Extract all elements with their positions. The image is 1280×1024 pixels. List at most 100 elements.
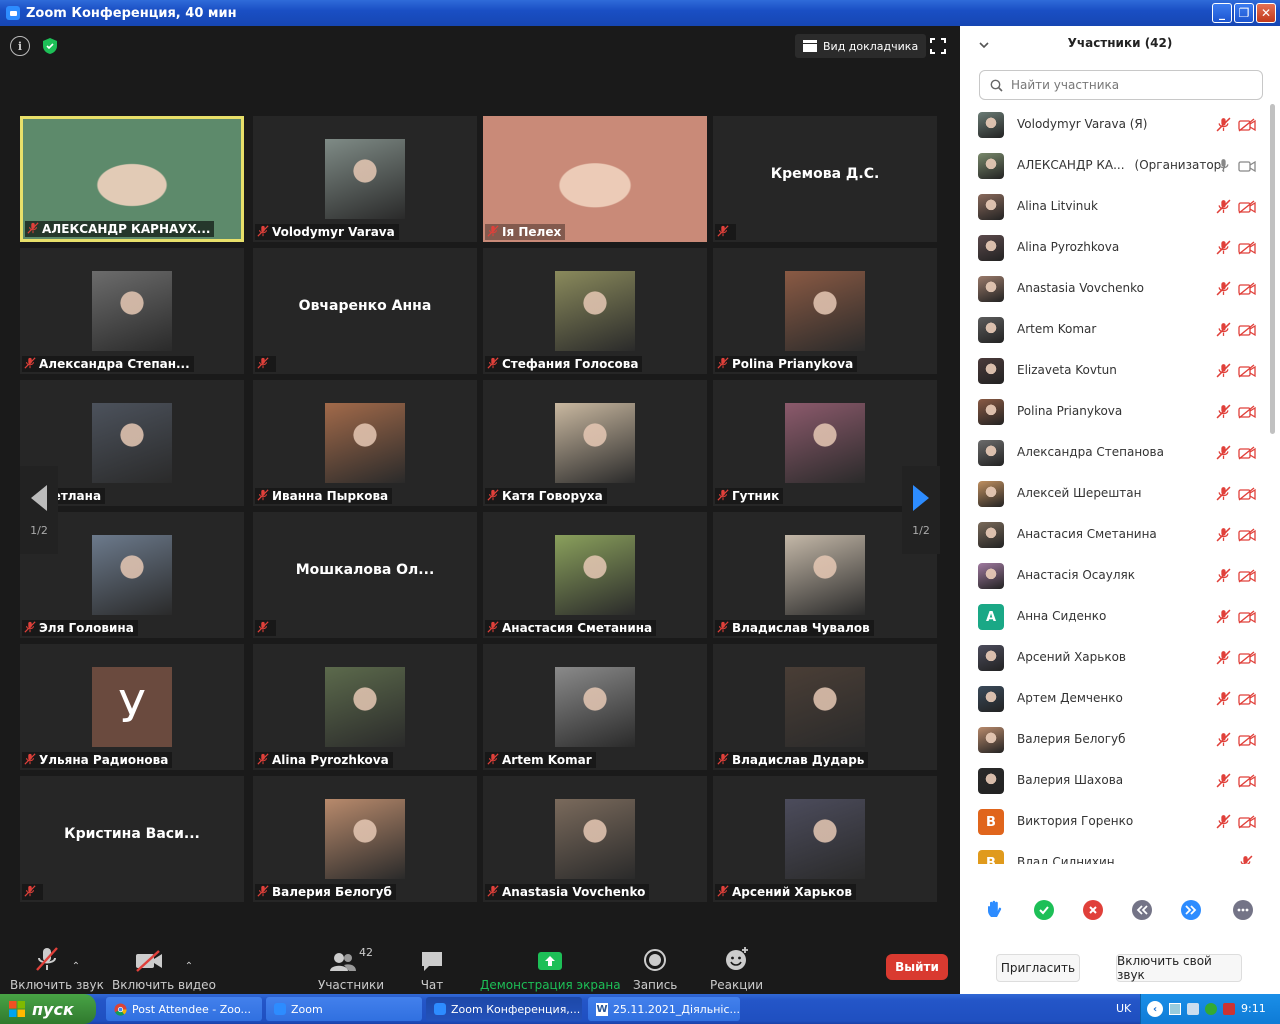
participant-list-item[interactable]: Volodymyr Varava (Я) bbox=[960, 104, 1268, 145]
participant-tile[interactable]: Volodymyr Varava bbox=[253, 116, 477, 242]
chevron-up-icon[interactable]: ⌃ bbox=[185, 961, 193, 972]
share-screen-button[interactable]: Демонстрация экрана bbox=[480, 946, 621, 992]
chat-button[interactable]: Чат bbox=[420, 946, 444, 992]
chevron-up-icon[interactable]: ⌃ bbox=[72, 961, 80, 972]
participant-list-item[interactable]: Polina Prianykova bbox=[960, 391, 1268, 432]
camera-off-icon[interactable] bbox=[1238, 773, 1256, 792]
go-slower-icon[interactable] bbox=[1132, 900, 1152, 920]
mic-icon[interactable] bbox=[1216, 158, 1231, 177]
unmute-me-button[interactable]: Включить свой звук bbox=[1116, 954, 1242, 982]
participant-tile[interactable]: АЛЕКСАНДР КАРНАУХ... bbox=[20, 116, 244, 242]
yes-check-icon[interactable] bbox=[1034, 900, 1054, 920]
mic-muted-icon[interactable] bbox=[1216, 609, 1231, 628]
mic-muted-icon[interactable] bbox=[1238, 855, 1253, 864]
participant-list-item[interactable]: Анастасія Осауляк bbox=[960, 555, 1268, 596]
mic-muted-icon[interactable] bbox=[1216, 445, 1231, 464]
mic-muted-icon[interactable] bbox=[1216, 117, 1231, 136]
participant-list-item[interactable]: Artem Komar bbox=[960, 309, 1268, 350]
camera-off-icon[interactable] bbox=[1238, 609, 1256, 628]
raise-hand-icon[interactable] bbox=[984, 900, 1004, 920]
participant-tile[interactable]: У Ульяна Радионова bbox=[20, 644, 244, 770]
minimize-button[interactable]: _ bbox=[1212, 3, 1232, 23]
participant-list-item[interactable]: Алексей Шерештан bbox=[960, 473, 1268, 514]
mic-muted-icon[interactable] bbox=[1216, 363, 1231, 382]
participant-tile[interactable]: Anastasia Vovchenko bbox=[483, 776, 707, 902]
tray-expand-icon[interactable]: ‹ bbox=[1147, 1001, 1163, 1017]
unmute-button[interactable]: ⌃ Включить звук bbox=[10, 946, 104, 992]
mic-muted-icon[interactable] bbox=[1216, 240, 1231, 259]
mic-muted-icon[interactable] bbox=[1216, 322, 1231, 341]
participant-tile[interactable]: Polina Prianykova bbox=[713, 248, 937, 374]
next-page-button[interactable]: 1/2 bbox=[902, 466, 940, 554]
participant-tile[interactable]: Стефания Голосова bbox=[483, 248, 707, 374]
language-indicator[interactable]: UK bbox=[1116, 1002, 1131, 1015]
invite-button[interactable]: Пригласить bbox=[996, 954, 1080, 982]
speaker-view-button[interactable]: Вид докладчика bbox=[795, 34, 927, 58]
taskbar-item-zoom-meeting[interactable]: Zoom Конференция,... bbox=[426, 997, 582, 1021]
participant-list-item[interactable]: B Влад Силнихин bbox=[960, 842, 1268, 864]
camera-off-icon[interactable] bbox=[1238, 650, 1256, 669]
mic-muted-icon[interactable] bbox=[1216, 650, 1231, 669]
participant-tile[interactable]: Alina Pyrozhkova bbox=[253, 644, 477, 770]
prev-page-button[interactable]: 1/2 bbox=[20, 466, 58, 554]
start-video-button[interactable]: ⌃ Включить видео bbox=[112, 946, 216, 992]
participant-list-item[interactable]: Арсений Харьков bbox=[960, 637, 1268, 678]
security-tray-icon[interactable] bbox=[1223, 1003, 1235, 1015]
camera-icon[interactable] bbox=[1238, 158, 1256, 177]
participant-tile[interactable]: Владислав Дударь bbox=[713, 644, 937, 770]
participant-list-scrollbar[interactable] bbox=[1268, 104, 1276, 864]
participant-list-item[interactable]: Александра Степанова bbox=[960, 432, 1268, 473]
camera-off-icon[interactable] bbox=[1238, 322, 1256, 341]
mic-muted-icon[interactable] bbox=[1216, 404, 1231, 423]
camera-off-icon[interactable] bbox=[1238, 240, 1256, 259]
participant-list-item[interactable]: Валерия Шахова bbox=[960, 760, 1268, 801]
participant-tile[interactable]: Кристина Васи... bbox=[20, 776, 244, 902]
mic-muted-icon[interactable] bbox=[1216, 199, 1231, 218]
camera-off-icon[interactable] bbox=[1238, 281, 1256, 300]
participant-list-item[interactable]: Артем Демченко bbox=[960, 678, 1268, 719]
no-x-icon[interactable] bbox=[1083, 900, 1103, 920]
participant-tile[interactable]: Катя Говоруха bbox=[483, 380, 707, 506]
participant-tile[interactable]: Валерия Белогуб bbox=[253, 776, 477, 902]
camera-off-icon[interactable] bbox=[1238, 199, 1256, 218]
taskbar-item-zoom[interactable]: Zoom bbox=[266, 997, 422, 1021]
taskbar-item-chrome[interactable]: Post Attendee - Zoo... bbox=[106, 997, 262, 1021]
mic-muted-icon[interactable] bbox=[1216, 691, 1231, 710]
participant-list-item[interactable]: Alina Pyrozhkova bbox=[960, 227, 1268, 268]
participant-search-box[interactable] bbox=[979, 70, 1263, 100]
start-button[interactable]: пуск bbox=[0, 994, 96, 1024]
participant-tile[interactable]: Овчаренко Анна bbox=[253, 248, 477, 374]
camera-off-icon[interactable] bbox=[1238, 568, 1256, 587]
go-faster-icon[interactable] bbox=[1181, 900, 1201, 920]
mic-muted-icon[interactable] bbox=[1216, 568, 1231, 587]
taskbar-item-word[interactable]: W 25.11.2021_Діяльніс... bbox=[588, 997, 740, 1021]
close-button[interactable]: ✕ bbox=[1256, 3, 1276, 23]
camera-off-icon[interactable] bbox=[1238, 732, 1256, 751]
participant-tile[interactable]: Ія Пелех bbox=[483, 116, 707, 242]
fullscreen-icon[interactable] bbox=[930, 38, 946, 54]
participant-list-item[interactable]: Anastasia Vovchenko bbox=[960, 268, 1268, 309]
camera-off-icon[interactable] bbox=[1238, 691, 1256, 710]
participant-list-item[interactable]: Анастасия Сметанина bbox=[960, 514, 1268, 555]
mic-muted-icon[interactable] bbox=[1216, 281, 1231, 300]
camera-off-icon[interactable] bbox=[1238, 445, 1256, 464]
camera-off-icon[interactable] bbox=[1238, 486, 1256, 505]
participant-tile[interactable]: Иванна Пыркова bbox=[253, 380, 477, 506]
scrollbar-thumb[interactable] bbox=[1270, 104, 1275, 434]
network-icon[interactable] bbox=[1169, 1003, 1181, 1015]
record-button[interactable]: Запись bbox=[633, 946, 677, 992]
camera-off-icon[interactable] bbox=[1238, 527, 1256, 546]
mic-muted-icon[interactable] bbox=[1216, 814, 1231, 833]
mic-muted-icon[interactable] bbox=[1216, 527, 1231, 546]
camera-off-icon[interactable] bbox=[1238, 814, 1256, 833]
update-icon[interactable] bbox=[1205, 1003, 1217, 1015]
participant-list-item[interactable]: A Анна Сиденко bbox=[960, 596, 1268, 637]
participant-search-input[interactable] bbox=[1009, 77, 1253, 93]
participant-tile[interactable]: Artem Komar bbox=[483, 644, 707, 770]
participant-list-item[interactable]: Elizaveta Kovtun bbox=[960, 350, 1268, 391]
camera-off-icon[interactable] bbox=[1238, 363, 1256, 382]
reactions-button[interactable]: Реакции bbox=[710, 946, 763, 992]
camera-off-icon[interactable] bbox=[1238, 404, 1256, 423]
participant-list-item[interactable]: Валерия Белогуб bbox=[960, 719, 1268, 760]
participant-list-item[interactable]: АЛЕКСАНДР КА... (Организатор) bbox=[960, 145, 1268, 186]
